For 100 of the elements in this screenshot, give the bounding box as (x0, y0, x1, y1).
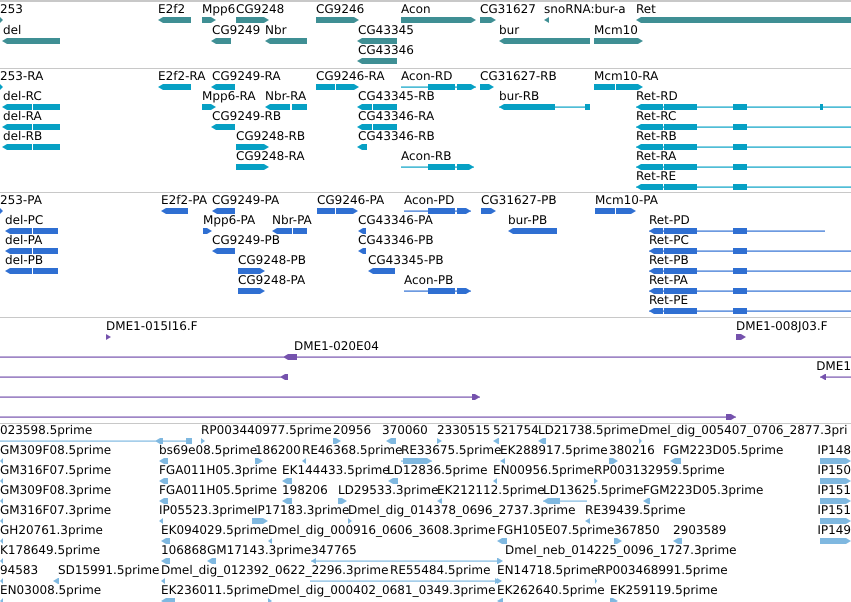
feature-arrow[interactable] (357, 57, 397, 65)
feature-label: Acon-RB (401, 150, 452, 163)
feature-label: CG43346-RB (358, 130, 435, 143)
feature-label: 023598.5prime (0, 424, 92, 437)
feature-label: 186200 (255, 444, 301, 457)
feature-arrow[interactable] (236, 163, 269, 171)
feature-arrow[interactable] (0, 83, 3, 91)
feature-arrow[interactable] (158, 16, 191, 24)
feature-arrow[interactable] (480, 83, 494, 91)
feature-label: del-PC (5, 214, 44, 227)
feature-arrow[interactable] (481, 207, 496, 215)
feature-arrow[interactable] (0, 16, 3, 24)
feature-arrow[interactable] (202, 16, 216, 24)
feature-arrow[interactable] (401, 83, 476, 91)
feature-arrow[interactable] (211, 36, 231, 44)
feature-arrow[interactable] (649, 267, 851, 275)
feature-arrow[interactable] (649, 287, 851, 295)
feature-arrow[interactable] (636, 123, 851, 131)
feature-label: IP149 (817, 524, 851, 537)
feature-arrow[interactable] (236, 143, 269, 151)
feature-arrow[interactable] (594, 83, 643, 91)
feature-arrow[interactable] (0, 353, 851, 361)
feature-arrow[interactable] (736, 333, 746, 341)
feature-arrow[interactable] (636, 143, 851, 151)
feature-arrow[interactable] (368, 267, 395, 275)
feature-arrow[interactable] (636, 103, 851, 111)
feature-arrow[interactable] (2, 36, 60, 44)
feature-label: IP148 (817, 444, 851, 457)
feature-arrow[interactable] (499, 103, 590, 111)
feature-label: GM17143.3prime (207, 544, 312, 557)
feature-arrow[interactable] (106, 333, 111, 341)
feature-arrow[interactable] (0, 373, 288, 381)
feature-label: RE33675.5prime (401, 444, 502, 457)
feature-label: GM316F07.5prime (0, 464, 112, 477)
feature-arrow[interactable] (265, 103, 307, 111)
feature-arrow[interactable] (202, 103, 216, 111)
feature-label: E2f2 (158, 3, 186, 16)
feature-arrow[interactable] (508, 227, 557, 235)
feature-arrow[interactable] (161, 207, 188, 215)
feature-arrow[interactable] (0, 393, 480, 401)
feature-arrow[interactable] (820, 373, 851, 381)
feature-arrow[interactable] (211, 83, 235, 91)
feature-arrow[interactable] (404, 287, 471, 295)
feature-arrow[interactable] (316, 16, 359, 24)
feature-arrow[interactable] (317, 207, 358, 215)
feature-label: IP151 (817, 504, 851, 517)
feature-arrow[interactable] (238, 287, 265, 295)
feature-arrow[interactable] (358, 247, 366, 255)
feature-arrow[interactable] (636, 163, 851, 171)
feature-arrow[interactable] (0, 413, 736, 421)
feature-arrow[interactable] (5, 267, 58, 275)
feature-arrow[interactable] (357, 36, 397, 44)
feature-label: RE39439.5prime (585, 504, 686, 517)
feature-arrow[interactable] (401, 163, 474, 171)
feature-label: 106868 (161, 544, 207, 557)
feature-label: CG43346-PB (358, 234, 434, 247)
feature-label: CG9248-RA (236, 150, 305, 163)
feature-arrow[interactable] (211, 123, 235, 131)
feature-label: CG43346 (358, 44, 414, 57)
feature-arrow[interactable] (212, 247, 235, 255)
feature-label: CG31627-RB (480, 70, 557, 83)
feature-label: CG9246-RA (316, 70, 385, 83)
feature-arrow[interactable] (272, 227, 307, 235)
feature-arrow[interactable] (5, 247, 58, 255)
feature-label: 253-PA (0, 194, 42, 207)
feature-arrow[interactable] (636, 183, 851, 191)
feature-arrow[interactable] (544, 16, 549, 24)
feature-arrow[interactable] (649, 307, 851, 315)
feature-arrow[interactable] (594, 36, 643, 44)
feature-arrow[interactable] (316, 83, 359, 91)
feature-arrow[interactable] (595, 207, 636, 215)
feature-label: CG43345 (358, 24, 414, 36)
feature-arrow[interactable] (265, 36, 307, 44)
feature-arrow[interactable] (404, 207, 471, 215)
feature-arrow[interactable] (0, 207, 3, 215)
feature-arrow[interactable] (5, 227, 58, 235)
feature-arrow[interactable] (649, 247, 851, 255)
feature-label: CG31627 (480, 3, 536, 16)
feature-arrow[interactable] (357, 103, 397, 111)
feature-label: Nbr-PA (272, 214, 312, 227)
feature-label: CG9248-PA (238, 274, 306, 287)
feature-arrow[interactable] (212, 207, 235, 215)
feature-arrow[interactable] (357, 123, 397, 131)
feature-arrow[interactable] (2, 123, 60, 131)
feature-label: EK288917.5prime (500, 444, 608, 457)
feature-arrow[interactable] (480, 16, 496, 24)
feature-arrow[interactable] (358, 227, 366, 235)
feature-label: Dmel_dig_000916_0606_3608.3prime (268, 524, 496, 537)
feature-arrow[interactable] (238, 267, 265, 275)
feature-label: Ret-PB (649, 254, 689, 267)
feature-arrow[interactable] (236, 16, 269, 24)
feature-arrow[interactable] (2, 103, 60, 111)
feature-arrow[interactable] (401, 16, 476, 24)
feature-arrow[interactable] (649, 227, 825, 235)
feature-arrow[interactable] (357, 143, 367, 151)
feature-label: RP003440977.5prime (201, 424, 332, 437)
feature-arrow[interactable] (158, 83, 191, 91)
feature-arrow[interactable] (203, 227, 212, 235)
feature-arrow[interactable] (2, 143, 60, 151)
feature-label: E2f2-PA (161, 194, 208, 207)
